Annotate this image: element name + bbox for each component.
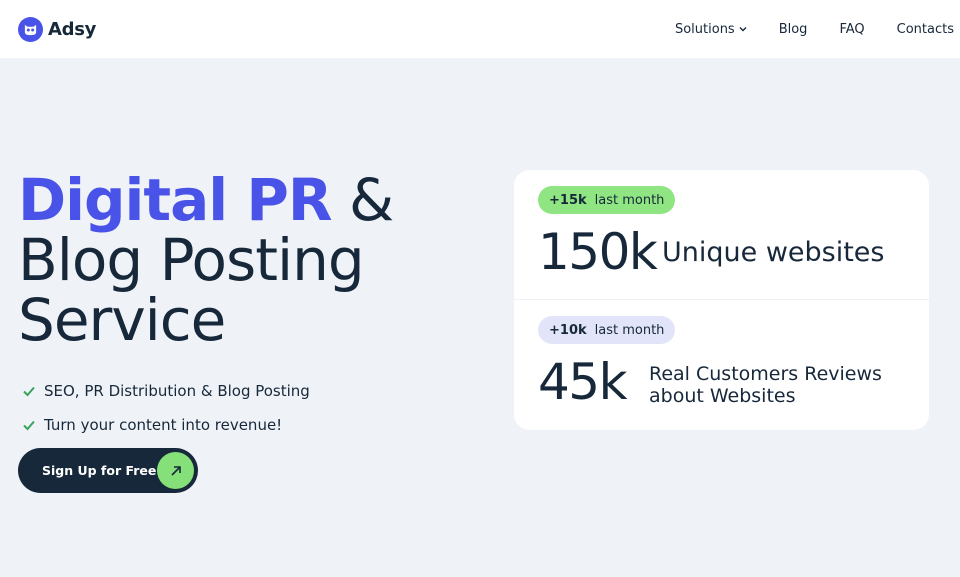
- nav-item-label: Blog: [778, 21, 808, 37]
- hero-title-ampersand: &: [331, 166, 394, 234]
- stat-label: Unique websites: [662, 237, 885, 268]
- hero-title-line-2: Blog Posting: [18, 226, 365, 294]
- nav-item-contacts[interactable]: Contacts: [897, 22, 954, 37]
- feature-item: SEO, PR Distribution & Blog Posting: [22, 374, 310, 408]
- chevron-down-icon: [739, 27, 747, 32]
- growth-badge: +10k last month: [538, 316, 676, 344]
- owl-logo-icon: [18, 16, 43, 42]
- nav-item-blog[interactable]: Blog: [779, 22, 808, 37]
- sign-up-button[interactable]: Sign Up for Free: [18, 448, 198, 493]
- site-header: Adsy Solutions Blog FAQ Contacts: [0, 0, 960, 58]
- stat-unique-websites: +15k last month 150k Unique websites: [514, 170, 929, 300]
- hero-title-accent: Digital PR: [18, 166, 333, 234]
- feature-text: Turn your content into revenue!: [44, 416, 283, 434]
- arrow-up-right-icon: [157, 452, 194, 489]
- brand-logo[interactable]: Adsy: [18, 16, 97, 42]
- stat-number: 150k: [538, 223, 658, 281]
- feature-text: SEO, PR Distribution & Blog Posting: [44, 382, 310, 400]
- stats-card: +15k last month 150k Unique websites +10…: [514, 170, 929, 430]
- feature-list: SEO, PR Distribution & Blog Posting Turn…: [22, 374, 310, 442]
- main-nav: Solutions Blog FAQ Contacts: [675, 22, 954, 37]
- check-icon: [23, 420, 35, 431]
- growth-badge: +15k last month: [538, 186, 676, 214]
- badge-text: last month: [594, 322, 665, 338]
- badge-text: last month: [594, 192, 665, 208]
- sign-up-label: Sign Up for Free: [42, 463, 157, 478]
- nav-item-solutions[interactable]: Solutions: [675, 22, 747, 37]
- badge-value: +15k: [549, 192, 587, 208]
- hero-title-line-3: Service: [18, 286, 226, 354]
- check-icon: [23, 386, 35, 397]
- stat-customer-reviews: +10k last month 45k Real Customers Revie…: [514, 300, 929, 430]
- badge-value: +10k: [549, 322, 587, 338]
- stat-number: 45k: [538, 353, 628, 411]
- stat-label: Real Customers Reviews about Websites: [649, 363, 882, 407]
- feature-item: Turn your content into revenue!: [22, 408, 310, 442]
- nav-item-label: Contacts: [896, 21, 954, 37]
- brand-name: Adsy: [48, 18, 97, 40]
- hero-title: Digital PR & Blog Posting Service: [18, 170, 488, 350]
- nav-item-label: FAQ: [839, 21, 865, 37]
- nav-item-label: Solutions: [674, 21, 735, 37]
- nav-item-faq[interactable]: FAQ: [839, 22, 864, 37]
